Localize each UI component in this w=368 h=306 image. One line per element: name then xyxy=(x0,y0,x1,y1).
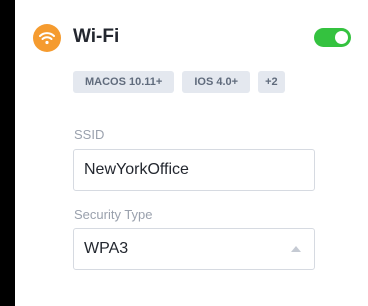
ssid-label: SSID xyxy=(74,127,105,142)
security-type-label: Security Type xyxy=(74,207,153,222)
caret-up-icon xyxy=(291,246,301,252)
tag-ios: IOS 4.0+ xyxy=(182,71,251,93)
platform-tags: MACOS 10.11+ IOS 4.0+ +2 xyxy=(73,71,285,93)
tag-more[interactable]: +2 xyxy=(258,71,285,93)
toggle-knob xyxy=(335,31,348,44)
ssid-input[interactable]: NewYorkOffice xyxy=(73,149,315,191)
card-title: Wi-Fi xyxy=(73,26,120,47)
wifi-settings-card: Wi-Fi MACOS 10.11+ IOS 4.0+ +2 SSID NewY… xyxy=(15,0,368,306)
wifi-toggle[interactable] xyxy=(314,28,351,47)
card-header: Wi-Fi xyxy=(33,22,368,52)
security-type-value: WPA3 xyxy=(84,240,129,257)
wifi-icon xyxy=(33,24,61,52)
security-type-select[interactable]: WPA3 xyxy=(73,228,315,270)
tag-macos: MACOS 10.11+ xyxy=(73,71,175,93)
